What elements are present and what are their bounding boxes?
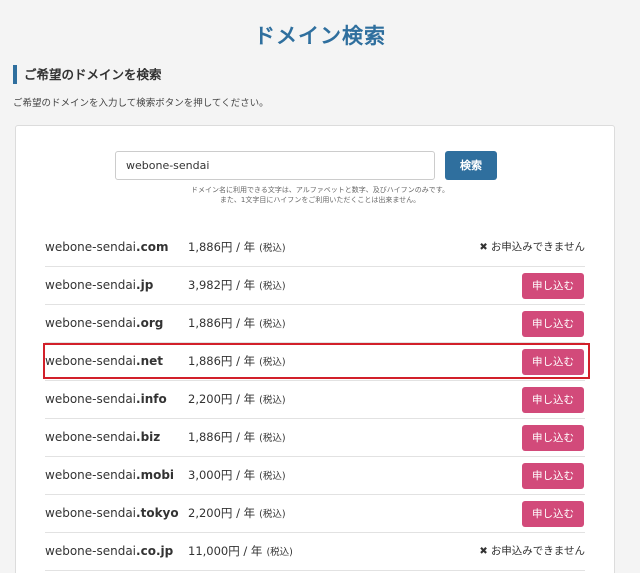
domain-label: webone-sendai (45, 506, 137, 520)
tax-label: (税込) (259, 281, 286, 292)
tax-label: (税込) (266, 547, 293, 558)
price-value: 3,982円 / 年 (188, 278, 256, 292)
domain-price: 1,886円 / 年 (税込) (188, 305, 286, 343)
domain-name: webone-sendai.tokyo (45, 495, 179, 532)
domain-tld: .info (136, 392, 167, 406)
price-value: 11,000円 / 年 (188, 544, 263, 558)
domain-tld: .jp (136, 278, 154, 292)
tax-label: (税込) (259, 395, 286, 406)
page-title: ドメイン検索 (254, 24, 386, 48)
search-input[interactable]: webone-sendai (115, 151, 435, 180)
tax-label: (税込) (259, 243, 286, 254)
unavailable-status: ✖ お申込みできません (479, 229, 585, 266)
domain-name: webone-sendai.net (45, 343, 163, 380)
unavailable-text: お申込みできません (490, 545, 585, 557)
result-row: webone-sendai.jp 3,982円 / 年 (税込) 申し込む (45, 267, 585, 305)
domain-price: 1,886円 / 年 (税込) (188, 343, 286, 381)
result-row: webone-sendai.biz 1,886円 / 年 (税込) 申し込む (45, 419, 585, 457)
domain-label: webone-sendai (45, 354, 137, 368)
price-value: 3,000円 / 年 (188, 468, 256, 482)
result-row: webone-sendai.org 1,886円 / 年 (税込) 申し込む (45, 305, 585, 343)
domain-label: webone-sendai (45, 392, 137, 406)
tax-label: (税込) (259, 509, 286, 520)
domain-tld: .mobi (136, 468, 175, 482)
price-value: 1,886円 / 年 (188, 316, 256, 330)
domain-name: webone-sendai.mobi (45, 457, 174, 494)
apply-button[interactable]: 申し込む (522, 501, 584, 527)
tax-label: (税込) (259, 433, 286, 444)
domain-name: webone-sendai.jp (45, 267, 153, 304)
domain-tld: .tokyo (136, 506, 179, 520)
domain-price: 2,200円 / 年 (税込) (188, 381, 286, 419)
result-row: webone-sendai.co.jp 11,000円 / 年 (税込) ✖ お申込みで… (45, 533, 585, 571)
domain-tld: .co.jp (136, 544, 174, 558)
close-icon: ✖ (479, 546, 488, 557)
domain-name: webone-sendai.info (45, 381, 167, 418)
domain-label: webone-sendai (45, 430, 137, 444)
domain-price: 1,886円 / 年 (税込) (188, 229, 286, 267)
unavailable-text: お申込みできません (490, 241, 585, 253)
price-value: 2,200円 / 年 (188, 392, 256, 406)
domain-price: 2,200円 / 年 (税込) (188, 495, 286, 533)
domain-label: webone-sendai (45, 316, 137, 330)
domain-name: webone-sendai.org (45, 305, 163, 342)
search-button[interactable]: 検索 (445, 151, 497, 180)
domain-name: webone-sendai.com (45, 229, 168, 266)
result-row: webone-sendai.info 2,200円 / 年 (税込) 申し込む (45, 381, 585, 419)
domain-price: 3,000円 / 年 (税込) (188, 457, 286, 495)
apply-button[interactable]: 申し込む (522, 349, 584, 375)
unavailable-status: ✖ お申込みできません (479, 533, 585, 570)
domain-tld: .org (136, 316, 164, 330)
apply-button[interactable]: 申し込む (522, 463, 584, 489)
apply-button[interactable]: 申し込む (522, 425, 584, 451)
domain-name: webone-sendai.biz (45, 419, 160, 456)
domain-tld: .biz (136, 430, 161, 444)
apply-button[interactable]: 申し込む (522, 311, 584, 337)
result-row: webone-sendai.mobi 3,000円 / 年 (税込) 申し込む (45, 457, 585, 495)
search-note-line2: また、1文字目にハイフンをご利用いただくことは出来ません。 (219, 196, 421, 204)
domain-price: 11,000円 / 年 (税込) (188, 533, 293, 571)
domain-label: webone-sendai (45, 240, 137, 254)
result-row: webone-sendai.com 1,886円 / 年 (税込) ✖ お申込みできませ… (45, 229, 585, 267)
result-row: webone-sendai.tokyo 2,200円 / 年 (税込) 申し込む (45, 495, 585, 533)
price-value: 1,886円 / 年 (188, 430, 256, 444)
price-value: 1,886円 / 年 (188, 354, 256, 368)
price-value: 1,886円 / 年 (188, 240, 256, 254)
search-note-line1: ドメイン名に利用できる文字は、アルファベットと数字、及びハイフンのみです。 (190, 186, 450, 194)
apply-button[interactable]: 申し込む (522, 273, 584, 299)
domain-name: webone-sendai.co.jp (45, 533, 173, 570)
domain-label: webone-sendai (45, 468, 137, 482)
domain-label: webone-sendai (45, 278, 137, 292)
result-row: webone-sendai.net 1,886円 / 年 (税込) 申し込む (45, 343, 585, 381)
section-heading: ご希望のドメインを検索 (13, 65, 162, 84)
domain-price: 1,886円 / 年 (税込) (188, 419, 286, 457)
section-description: ご希望のドメインを入力して検索ボタンを押してください。 (13, 98, 269, 109)
domain-tld: .com (136, 240, 169, 254)
row-divider (45, 570, 585, 571)
tax-label: (税込) (259, 471, 286, 482)
domain-price: 3,982円 / 年 (税込) (188, 267, 286, 305)
close-icon: ✖ (479, 242, 488, 253)
tax-label: (税込) (259, 319, 286, 330)
domain-label: webone-sendai (45, 544, 137, 558)
price-value: 2,200円 / 年 (188, 506, 256, 520)
apply-button[interactable]: 申し込む (522, 387, 584, 413)
domain-tld: .net (136, 354, 164, 368)
tax-label: (税込) (259, 357, 286, 368)
